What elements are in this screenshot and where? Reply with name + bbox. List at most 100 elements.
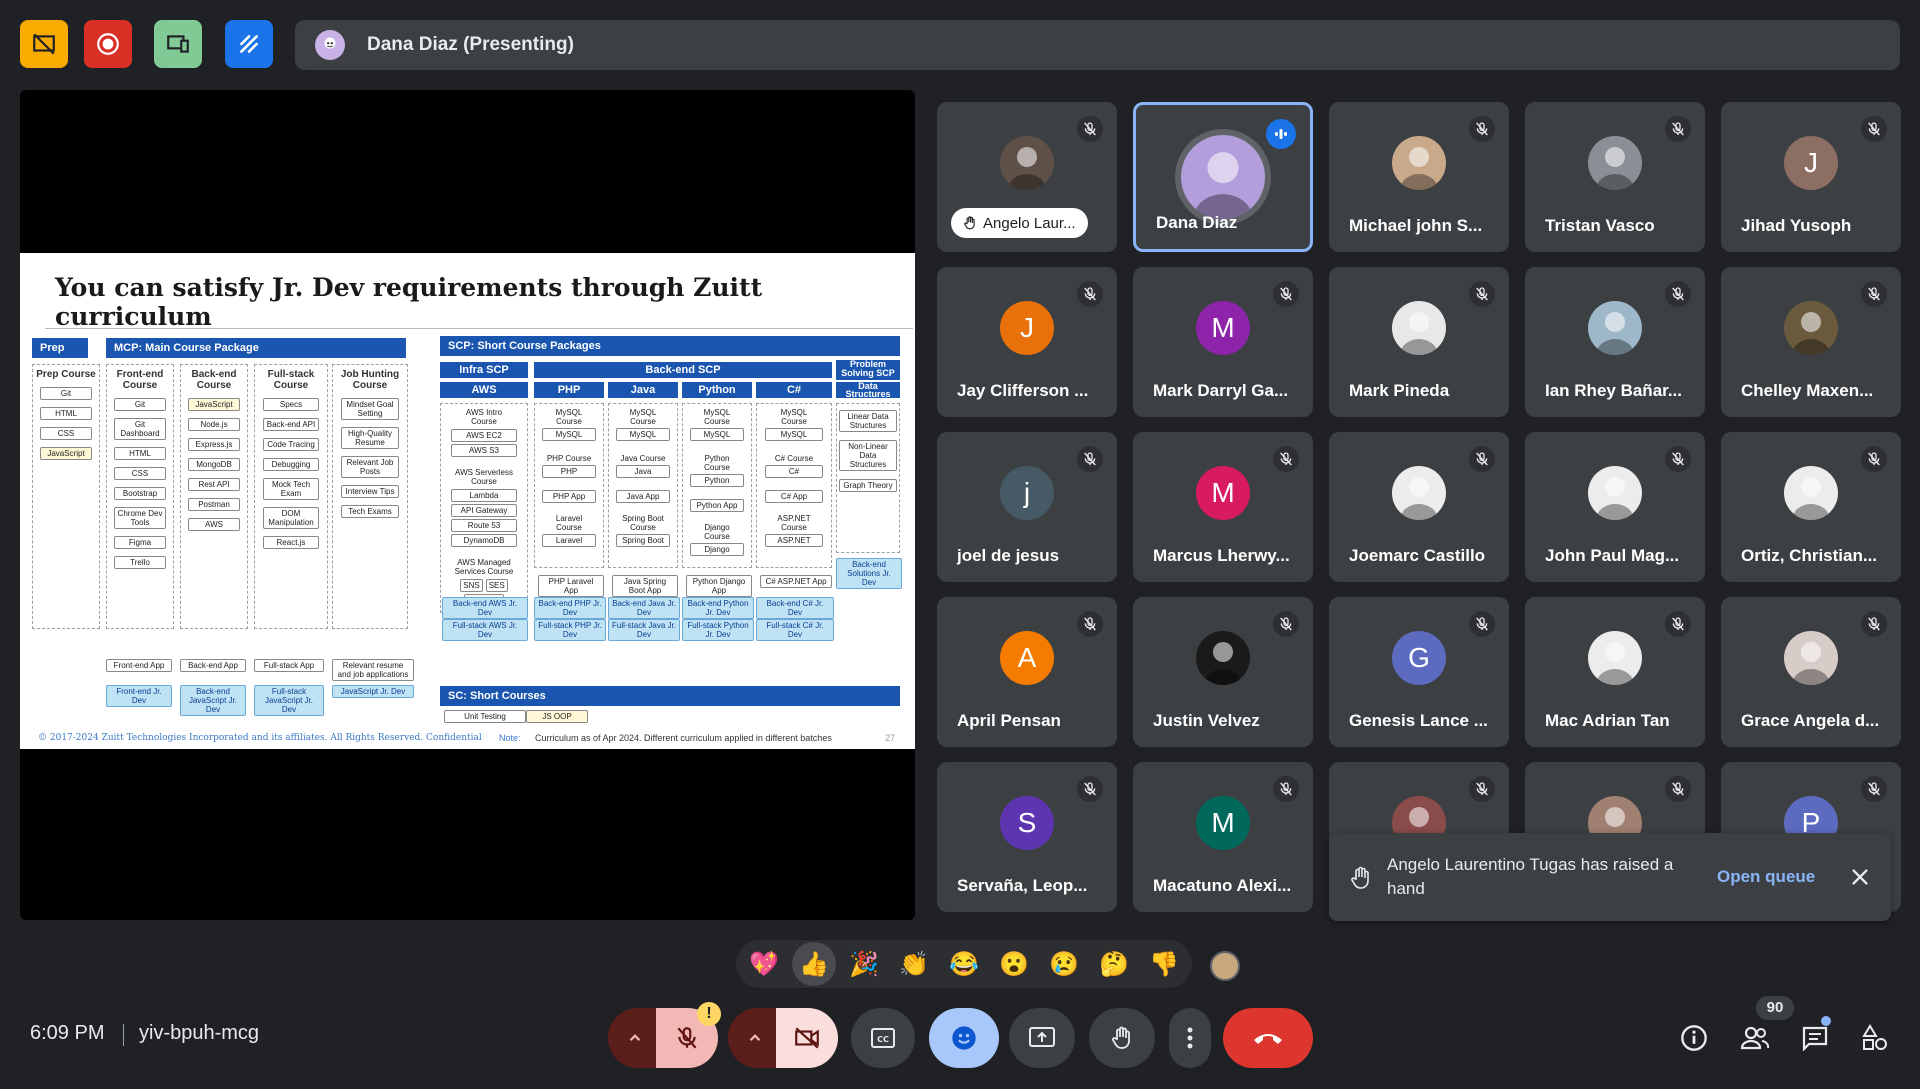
course-chip: Django (690, 543, 744, 556)
audio-options-button[interactable] (608, 1008, 662, 1068)
participant-name: Ortiz, Christian... (1741, 546, 1878, 565)
leave-call-button[interactable] (1223, 1008, 1313, 1068)
participant-tile[interactable]: Ortiz, Christian... (1721, 432, 1901, 582)
participant-tile[interactable]: M Marcus Lherwy... (1133, 432, 1313, 582)
scp-problem-header: Problem Solving SCP (836, 360, 900, 380)
reaction-laugh[interactable]: 😂 (942, 942, 986, 986)
mic-muted-icon (1077, 116, 1103, 142)
reaction-thinking[interactable]: 🤔 (1092, 942, 1136, 986)
course-chip: MySQL (765, 428, 823, 441)
course-chip: Git (113, 398, 167, 411)
mcp-column-jobhunting: Job Hunting Course Mindset Goal Setting … (332, 364, 408, 629)
reaction-heart[interactable]: 💖 (742, 942, 786, 986)
mic-muted-icon (1665, 116, 1691, 142)
course-chip: Route 53 (450, 519, 518, 532)
section-mcp: MCP: Main Course Package (106, 338, 406, 358)
hand-raised-name-pill: Angelo Laur... (951, 208, 1088, 238)
course-chip: AWS (187, 518, 241, 531)
camera-button[interactable] (776, 1008, 838, 1068)
record-button[interactable] (84, 20, 132, 68)
reaction-clap[interactable]: 👏 (892, 942, 936, 986)
mic-muted-icon (1077, 446, 1103, 472)
course-chip: Debugging (262, 458, 320, 471)
participant-tile[interactable]: John Paul Mag... (1525, 432, 1705, 582)
presentation-stage[interactable]: You can satisfy Jr. Dev requirements thr… (20, 90, 915, 920)
participant-tile[interactable]: Chelley Maxen... (1721, 267, 1901, 417)
mic-muted-icon (1273, 611, 1299, 637)
participant-tile[interactable]: S Servaña, Leop... (937, 762, 1117, 912)
record-icon (97, 33, 119, 55)
chevron-up-icon (749, 1034, 761, 1042)
course-chip: Django Course (691, 522, 743, 542)
participant-tile[interactable]: A April Pensan (937, 597, 1117, 747)
participant-tile[interactable]: M Mark Darryl Ga... (1133, 267, 1313, 417)
participant-tile[interactable]: Joemarc Castillo (1329, 432, 1509, 582)
mcp-results: Front-end App Front-end Jr. Dev Back-end… (106, 659, 416, 719)
raise-hand-button[interactable] (1089, 1008, 1155, 1068)
emoji-icon (952, 1026, 976, 1050)
present-now-button[interactable] (1009, 1008, 1075, 1068)
participant-tile[interactable]: Tristan Vasco (1525, 102, 1705, 252)
meeting-details-button[interactable] (1674, 1018, 1714, 1058)
participant-tile[interactable]: Michael john S... (1329, 102, 1509, 252)
participant-avatar: j (1000, 466, 1054, 520)
captions-button[interactable]: CC (851, 1008, 915, 1068)
person-photo-icon (1193, 152, 1253, 219)
participant-name: Joemarc Castillo (1349, 546, 1486, 565)
jr-dev-badge: Full-stack PHP Jr. Dev (534, 619, 606, 641)
csharp-column: MySQL Course MySQL C# Course C# C# App A… (756, 403, 832, 568)
no-camera-presentation-button[interactable] (20, 20, 68, 68)
open-queue-link[interactable]: Open queue (1717, 867, 1815, 887)
skin-tone-picker[interactable] (1210, 951, 1240, 981)
participant-tile[interactable]: J Jihad Yusoph (1721, 102, 1901, 252)
chevron-up-icon (629, 1034, 641, 1042)
reaction-cry[interactable]: 😢 (1042, 942, 1086, 986)
participant-tile[interactable]: Grace Angela d... (1721, 597, 1901, 747)
mic-muted-icon (1469, 611, 1495, 637)
mic-warning-badge: ! (697, 1002, 721, 1026)
close-icon[interactable] (1849, 866, 1871, 888)
reaction-surprised[interactable]: 😮 (992, 942, 1036, 986)
raised-hand-icon (1351, 866, 1369, 889)
mcp-column-fullstack: Full-stack Course Specs Back-end API Cod… (254, 364, 328, 629)
presenting-banner[interactable]: Dana Diaz (Presenting) (295, 20, 1900, 70)
course-chip: MongoDB (187, 458, 241, 471)
participant-tile[interactable]: Angelo Laur... (937, 102, 1117, 252)
more-options-button[interactable] (1169, 1008, 1211, 1068)
section-scp: SCP: Short Course Packages (440, 336, 900, 356)
participant-tile[interactable]: Ian Rhey Bañar... (1525, 267, 1705, 417)
ds-column: Linear Data Structures Non-Linear Data S… (836, 403, 900, 553)
raised-hand-icon (964, 216, 975, 230)
whiteboard-button[interactable] (225, 20, 273, 68)
presenting-label: Dana Diaz (Presenting) (367, 34, 574, 55)
reaction-thumbs-down[interactable]: 👎 (1142, 942, 1186, 986)
participant-tile[interactable]: j joel de jesus (937, 432, 1117, 582)
toast-message: Angelo Laurentino Tugas has raised a han… (1387, 855, 1674, 898)
video-options-button[interactable] (728, 1008, 782, 1068)
participant-tile[interactable]: J Jay Clifferson ... (937, 267, 1117, 417)
reactions-button[interactable] (929, 1008, 999, 1068)
participant-tile[interactable]: Dana Diaz (1133, 102, 1313, 252)
column-title: Prep Course (36, 369, 96, 380)
participant-tile[interactable]: M Macatuno Alexi... (1133, 762, 1313, 912)
slide-note: Curriculum as of Apr 2024. Different cur… (535, 733, 832, 743)
reaction-thumbs-up[interactable]: 👍 (792, 942, 836, 986)
participant-tile[interactable]: Mac Adrian Tan (1525, 597, 1705, 747)
participant-tile[interactable]: Mark Pineda (1329, 267, 1509, 417)
presenter-avatar (315, 30, 345, 60)
participant-tile[interactable]: G Genesis Lance ... (1329, 597, 1509, 747)
section-sc: SC: Short Courses (440, 686, 900, 706)
people-button[interactable] (1735, 1018, 1775, 1058)
course-chip: AWS Managed Services Course (451, 557, 517, 577)
mic-muted-icon (1861, 281, 1887, 307)
person-photo-icon (1596, 477, 1634, 520)
companion-mode-button[interactable] (154, 20, 202, 68)
reaction-party[interactable]: 🎉 (842, 942, 886, 986)
jr-dev-badge: Back-end Solutions Jr. Dev (836, 558, 902, 589)
course-chip: ASP.NET (765, 534, 823, 547)
course-chip: Bootstrap (113, 487, 167, 500)
camera-off-icon (795, 1027, 819, 1049)
activities-button[interactable] (1855, 1018, 1895, 1058)
participant-tile[interactable]: Justin Velvez (1133, 597, 1313, 747)
course-chip: C# Course (766, 453, 822, 464)
